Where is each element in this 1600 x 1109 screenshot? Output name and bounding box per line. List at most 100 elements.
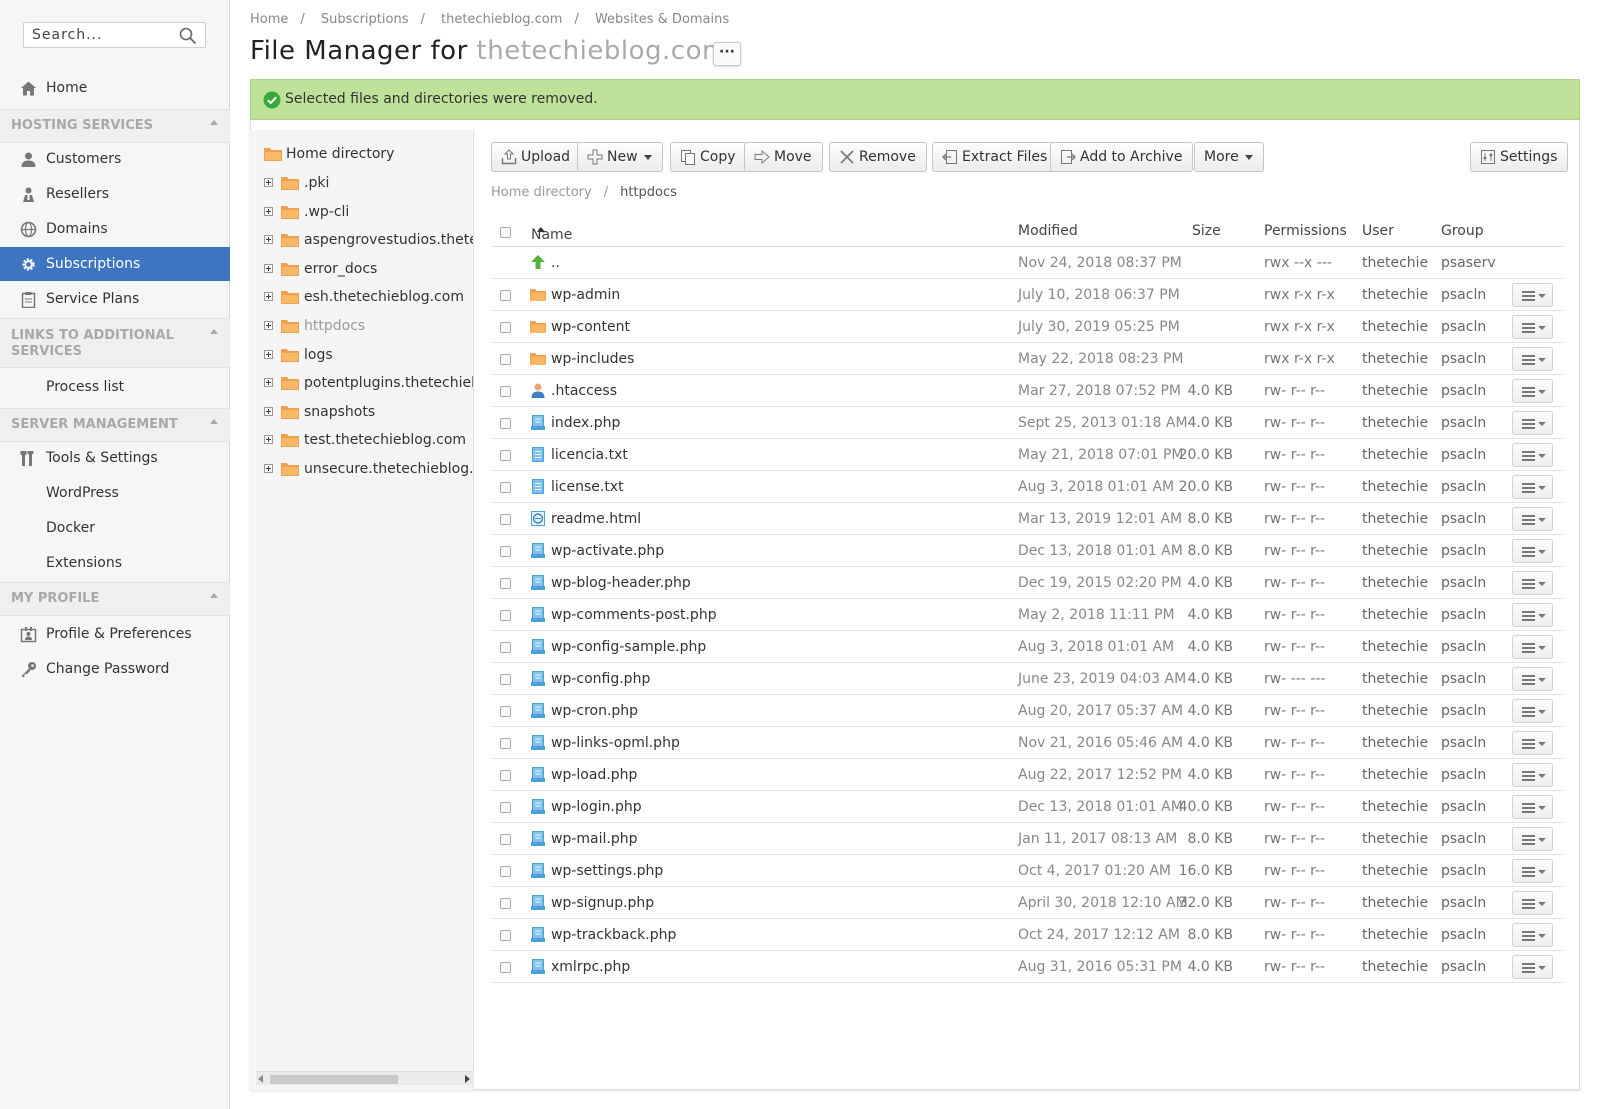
- upload-button[interactable]: Upload: [491, 142, 582, 172]
- file-name-link[interactable]: license.txt: [551, 479, 624, 495]
- expand-plus-icon[interactable]: [264, 321, 273, 330]
- row-checkbox[interactable]: [500, 706, 511, 717]
- file-name-link[interactable]: wp-signup.php: [551, 895, 654, 911]
- row-actions-menu-button[interactable]: [1512, 699, 1553, 723]
- table-row[interactable]: wp-load.php Aug 22, 2017 12:52 PM 4.0 KB rw…: [491, 759, 1563, 791]
- file-name-link[interactable]: wp-trackback.php: [551, 927, 676, 943]
- table-row[interactable]: xmlrpc.php Aug 31, 2016 05:31 PM 4.0 KB rw-…: [491, 951, 1563, 983]
- section-links-additional[interactable]: LINKS TO ADDITIONAL SERVICES: [0, 318, 230, 368]
- file-name-link[interactable]: wp-settings.php: [551, 863, 663, 879]
- row-actions-menu-button[interactable]: [1512, 283, 1553, 307]
- permissions-link[interactable]: rw- r-- r--: [1264, 703, 1325, 719]
- file-name-link[interactable]: wp-activate.php: [551, 543, 664, 559]
- file-name-link[interactable]: wp-load.php: [551, 767, 637, 783]
- scroll-right-arrow-icon[interactable]: [465, 1075, 470, 1083]
- breadcrumb-subscriptions[interactable]: Subscriptions: [321, 12, 409, 27]
- permissions-link[interactable]: rw- r-- r--: [1264, 447, 1325, 463]
- expand-plus-icon[interactable]: [264, 263, 273, 273]
- row-actions-menu-button[interactable]: [1512, 667, 1553, 691]
- nav-docker[interactable]: Docker: [0, 511, 230, 545]
- remove-button[interactable]: Remove: [829, 142, 927, 172]
- file-name-link[interactable]: wp-config-sample.php: [551, 639, 706, 655]
- col-modified[interactable]: Modified: [1018, 223, 1078, 239]
- expand-plus-icon[interactable]: [264, 464, 273, 473]
- search-icon[interactable]: [179, 27, 197, 45]
- row-actions-menu-button[interactable]: [1512, 955, 1553, 979]
- row-actions-menu-button[interactable]: [1512, 443, 1553, 467]
- permissions-link[interactable]: rw- r-- r--: [1264, 575, 1325, 591]
- table-row[interactable]: wp-blog-header.php Dec 19, 2015 02:20 PM 4…: [491, 567, 1563, 599]
- table-row[interactable]: wp-comments-post.php May 2, 2018 11:11 PM…: [491, 599, 1563, 631]
- permissions-link[interactable]: rw- r-- r--: [1264, 735, 1325, 751]
- row-actions-menu-button[interactable]: [1512, 379, 1553, 403]
- permissions-link[interactable]: rwx r-x r-x: [1264, 319, 1335, 335]
- nav-process-list[interactable]: Process list: [0, 370, 230, 404]
- row-actions-menu-button[interactable]: [1512, 795, 1553, 819]
- add-to-archive-button[interactable]: Add to Archive: [1050, 142, 1194, 172]
- file-name-link[interactable]: wp-config.php: [551, 671, 650, 687]
- section-my-profile[interactable]: MY PROFILE: [0, 582, 230, 616]
- section-hosting-services[interactable]: HOSTING SERVICES: [0, 109, 230, 143]
- table-row[interactable]: readme.html Mar 13, 2019 12:01 AM 8.0 KB rw…: [491, 503, 1563, 535]
- row-actions-menu-button[interactable]: [1512, 827, 1553, 851]
- nav-domains[interactable]: Domains: [0, 212, 230, 246]
- move-button[interactable]: Move: [744, 142, 823, 172]
- row-checkbox[interactable]: [500, 418, 511, 429]
- permissions-link[interactable]: rw- --- ---: [1264, 671, 1325, 687]
- col-user[interactable]: User: [1362, 223, 1394, 239]
- breadcrumb-domain[interactable]: thetechieblog.com: [441, 12, 562, 27]
- file-name-link[interactable]: licencia.txt: [551, 447, 628, 463]
- permissions-link[interactable]: rw- r-- r--: [1264, 607, 1325, 623]
- row-actions-menu-button[interactable]: [1512, 347, 1553, 371]
- table-row[interactable]: wp-includes May 22, 2018 08:23 PM rwx r-x …: [491, 343, 1563, 375]
- row-checkbox[interactable]: [500, 450, 511, 461]
- table-row[interactable]: wp-config.php June 23, 2019 04:03 AM 4.0 K…: [491, 663, 1563, 695]
- row-actions-menu-button[interactable]: [1512, 507, 1553, 531]
- file-name-link[interactable]: wp-content: [551, 319, 630, 335]
- file-name-link[interactable]: wp-blog-header.php: [551, 575, 691, 591]
- table-row[interactable]: wp-activate.php Dec 13, 2018 01:01 AM 8.0 …: [491, 535, 1563, 567]
- file-name-link[interactable]: xmlrpc.php: [551, 959, 630, 975]
- file-name-link[interactable]: wp-includes: [551, 351, 634, 367]
- expand-plus-icon[interactable]: [264, 206, 273, 216]
- search-box[interactable]: [23, 22, 206, 48]
- row-actions-menu-button[interactable]: [1512, 763, 1553, 787]
- nav-resellers[interactable]: Resellers: [0, 177, 230, 211]
- col-permissions[interactable]: Permissions: [1264, 223, 1347, 239]
- table-row[interactable]: wp-config-sample.php Aug 3, 2018 01:01 AM…: [491, 631, 1563, 663]
- row-checkbox[interactable]: [500, 930, 511, 941]
- expand-plus-icon[interactable]: [264, 435, 273, 445]
- file-name-link[interactable]: ..: [551, 255, 560, 271]
- copy-button[interactable]: Copy: [670, 142, 747, 172]
- nav-tools-settings[interactable]: Tools & Settings: [0, 441, 230, 475]
- more-button[interactable]: More: [1194, 142, 1264, 172]
- file-name-link[interactable]: wp-comments-post.php: [551, 607, 717, 623]
- row-checkbox[interactable]: [500, 642, 511, 653]
- table-row[interactable]: .. Nov 24, 2018 08:37 PM rwx --x --- thetec…: [491, 247, 1563, 279]
- permissions-link[interactable]: rwx r-x r-x: [1264, 351, 1335, 367]
- table-row[interactable]: wp-admin July 10, 2018 06:37 PM rwx r-x r-…: [491, 279, 1563, 311]
- select-all-checkbox[interactable]: [500, 227, 511, 238]
- expand-plus-icon[interactable]: [264, 406, 273, 416]
- table-row[interactable]: license.txt Aug 3, 2018 01:01 AM 20.0 KB rw…: [491, 471, 1563, 503]
- expand-plus-icon[interactable]: [264, 349, 273, 359]
- permissions-link[interactable]: rw- r-- r--: [1264, 383, 1325, 399]
- table-row[interactable]: wp-login.php Dec 13, 2018 01:01 AM 40.0 KB…: [491, 791, 1563, 823]
- row-actions-menu-button[interactable]: [1512, 635, 1553, 659]
- row-checkbox[interactable]: [500, 802, 511, 813]
- row-actions-menu-button[interactable]: [1512, 571, 1553, 595]
- nav-service-plans[interactable]: Service Plans: [0, 282, 230, 316]
- row-checkbox[interactable]: [500, 354, 511, 365]
- expand-plus-icon[interactable]: [264, 235, 273, 245]
- table-row[interactable]: wp-content July 30, 2019 05:25 PM rwx r-x …: [491, 311, 1563, 343]
- row-actions-menu-button[interactable]: [1512, 891, 1553, 915]
- search-input[interactable]: [32, 27, 177, 43]
- permissions-link[interactable]: rw- r-- r--: [1264, 959, 1325, 975]
- permissions-link[interactable]: rw- r-- r--: [1264, 479, 1325, 495]
- table-row[interactable]: wp-settings.php Oct 4, 2017 01:20 AM 16.0 …: [491, 855, 1563, 887]
- row-checkbox[interactable]: [500, 322, 511, 333]
- breadcrumb-home[interactable]: Home: [250, 12, 288, 27]
- permissions-link[interactable]: rw- r-- r--: [1264, 511, 1325, 527]
- row-checkbox[interactable]: [500, 610, 511, 621]
- nav-home[interactable]: Home: [0, 71, 230, 105]
